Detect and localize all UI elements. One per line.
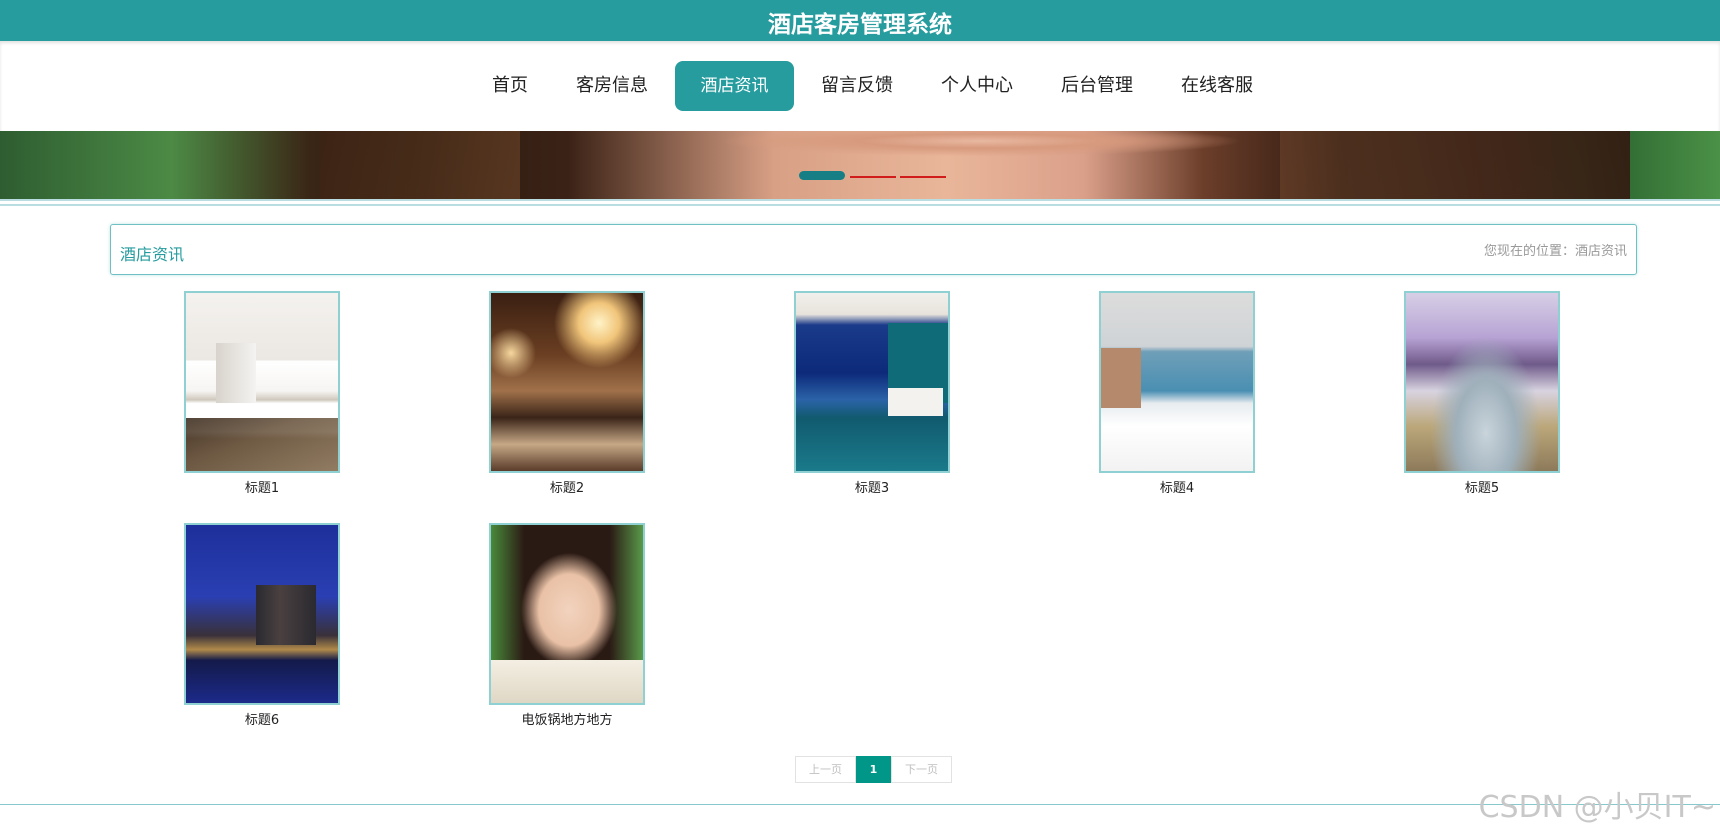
banner-image-detail	[320, 131, 520, 199]
portrait-image[interactable]	[489, 523, 645, 705]
news-card-title[interactable]: 标题6	[144, 709, 380, 728]
news-card-title[interactable]: 标题4	[1059, 477, 1295, 496]
suite-bathtub-image[interactable]	[1404, 291, 1560, 473]
nav-item-admin[interactable]: 后台管理	[1054, 61, 1140, 111]
current-page-button[interactable]: 1	[856, 756, 891, 783]
banner-image-detail	[1280, 131, 1630, 199]
sea-view-room-image[interactable]	[1099, 291, 1255, 473]
banner-divider	[0, 199, 1720, 206]
night-cityscape-image[interactable]	[184, 523, 340, 705]
breadcrumb: 酒店资讯 您现在的位置：酒店资讯	[110, 224, 1637, 275]
watermark-text: CSDN @小贝IT~	[1478, 790, 1716, 825]
carousel-dot-1[interactable]	[799, 171, 845, 180]
nav-item-hotel-news[interactable]: 酒店资讯	[675, 61, 794, 111]
site-title: 酒店客房管理系统	[768, 12, 952, 38]
nav-item-online-service[interactable]: 在线客服	[1174, 61, 1260, 111]
nav-item-rooms[interactable]: 客房信息	[569, 61, 655, 111]
banner-carousel[interactable]	[0, 131, 1720, 199]
pagination: 上一页 1 下一页	[795, 756, 952, 783]
prev-page-button[interactable]: 上一页	[795, 756, 856, 783]
section-title: 酒店资讯	[120, 245, 185, 264]
next-page-button[interactable]: 下一页	[891, 756, 952, 783]
city-view-room-image[interactable]	[794, 291, 950, 473]
news-card-title[interactable]: 标题2	[449, 477, 685, 496]
main-nav: 首页 客房信息 酒店资讯 留言反馈 个人中心 后台管理 在线客服	[0, 41, 1720, 131]
news-card-title[interactable]: 标题3	[754, 477, 990, 496]
top-header-bar: 酒店客房管理系统	[0, 0, 1720, 41]
carousel-dot-2[interactable]	[850, 176, 896, 178]
nav-item-profile[interactable]: 个人中心	[934, 61, 1020, 111]
footer-divider	[0, 804, 1720, 805]
carousel-dot-3[interactable]	[900, 176, 946, 178]
news-card-title[interactable]: 标题5	[1364, 477, 1600, 496]
breadcrumb-position: 您现在的位置：酒店资讯	[1483, 244, 1627, 259]
nav-item-feedback[interactable]: 留言反馈	[814, 61, 900, 111]
news-card-title[interactable]: 电饭锅地方地方	[449, 709, 685, 728]
banquet-hall-image[interactable]	[489, 291, 645, 473]
nav-item-home[interactable]: 首页	[484, 61, 536, 111]
news-card-title[interactable]: 标题1	[144, 477, 380, 496]
hotel-bedroom-image[interactable]	[184, 291, 340, 473]
